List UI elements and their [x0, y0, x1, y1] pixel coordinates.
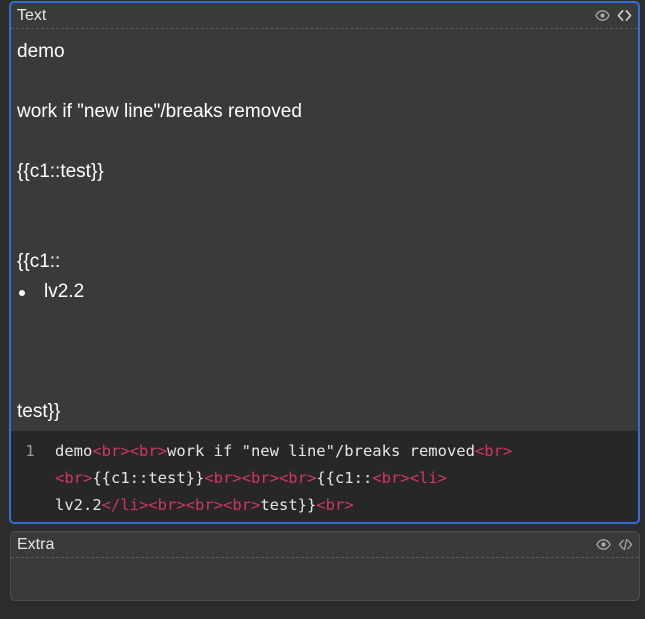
bullet-list: lv2.2	[17, 277, 632, 307]
editor-line: {{c1::	[17, 251, 61, 272]
html-code-editor[interactable]: 1 demo<br><br>work if "new line"/breaks …	[11, 431, 638, 522]
field-label-text: Text	[17, 7, 47, 24]
editor-line: work if "new line"/breaks removed	[17, 101, 302, 122]
text-token: work if "new line"/breaks removed	[166, 442, 475, 460]
html-tag-token: <br>	[223, 496, 261, 514]
text-token: test}}	[260, 496, 317, 514]
text-token: demo	[55, 442, 93, 460]
html-tag-token: <br>	[372, 469, 410, 487]
eye-icon[interactable]	[596, 537, 611, 552]
html-tag-token: <br>	[185, 496, 223, 514]
field-label-extra: Extra	[17, 536, 55, 553]
html-tag-token: <br>	[241, 469, 279, 487]
text-token: {{c1::test}}	[92, 469, 205, 487]
extra-field-toggles	[596, 536, 633, 552]
code-icon[interactable]	[617, 8, 632, 23]
html-tag-token: <br>	[148, 496, 186, 514]
html-tag-token: <br>	[55, 469, 93, 487]
rich-text-editor[interactable]: demo work if "new line"/breaks removed {{c…	[11, 29, 638, 431]
code-line: lv2.2</li><br><br><br>test}}<br>	[55, 492, 628, 519]
extra-editor[interactable]	[11, 558, 639, 600]
list-item: lv2.2	[19, 277, 632, 307]
html-tag-token: </li>	[101, 496, 149, 514]
editor-line: test}}	[17, 401, 61, 422]
eye-icon[interactable]	[595, 8, 610, 23]
extra-field-header: Extra	[11, 532, 639, 558]
html-tag-token: <li>	[409, 469, 447, 487]
editor-line: {{c1::test}}	[17, 161, 104, 182]
html-tag-token: <br>	[474, 442, 513, 460]
code-line: <br>{{c1::test}}<br><br><br>{{c1::<br><l…	[55, 465, 628, 492]
editor-line: demo	[17, 41, 65, 62]
text-field-header: Text	[11, 3, 638, 29]
text-token: lv2.2	[55, 496, 102, 514]
html-tag-token: <br>	[204, 469, 242, 487]
code-content[interactable]: demo<br><br>work if "new line"/breaks re…	[55, 438, 628, 519]
extra-field: Extra	[10, 531, 640, 601]
html-tag-token: <br>	[129, 442, 167, 460]
line-number: 1	[25, 442, 35, 460]
html-tag-token: <br>	[92, 442, 130, 460]
text-field: Text demo work if "new line"/breaks remov…	[9, 1, 640, 524]
text-token: {{c1::	[316, 469, 373, 487]
code-line: demo<br><br>work if "new line"/breaks re…	[55, 438, 628, 465]
html-tag-token: <br>	[278, 469, 317, 487]
code-slash-icon[interactable]	[618, 537, 633, 552]
html-tag-token: <br>	[316, 496, 354, 514]
text-field-toggles	[595, 7, 632, 23]
